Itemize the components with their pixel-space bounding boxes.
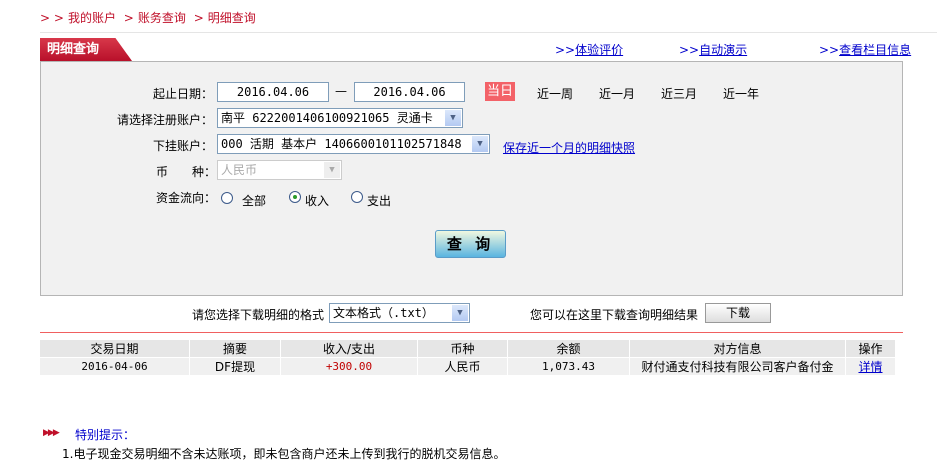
radio-expense[interactable] [351,191,363,203]
cell-counterparty: 财付通支付科技有限公司客户备付金 [629,357,846,375]
triple-arrow-icon: ▶▶▶ [43,428,60,438]
account-value: 南平 6222001406100921065 灵通卡 [221,111,433,125]
quick-month[interactable]: 近一月 [599,85,635,102]
query-button[interactable]: 查 询 [435,230,506,258]
start-date-input[interactable]: 2016.04.06 [217,82,329,102]
account-select[interactable]: 南平 6222001406100921065 灵通卡 ▼ [217,108,463,128]
col-date: 交易日期 [40,340,190,358]
quick-week[interactable]: 近一周 [537,85,573,102]
cell-summary: DF提现 [189,357,281,375]
flow-label: 资金流向： [156,191,217,205]
sub-account-select[interactable]: 000 活期 基本户 1406600101102571848 ▼ [217,134,490,154]
breadcrumb-item[interactable]: 账务查询 [138,11,186,25]
chevron-down-icon: ▼ [324,162,340,178]
quick-three-months[interactable]: 近三月 [661,85,697,102]
cell-amount: +300.00 [280,357,418,375]
date-separator: — [335,84,347,98]
account-label: 请选择注册账户： [116,113,213,127]
end-date-input[interactable]: 2016.04.06 [354,82,465,102]
table-header: 交易日期 摘要 收入/支出 币种 余额 对方信息 操作 [40,340,896,358]
details-link[interactable]: 详情 [845,357,896,375]
breadcrumb-item[interactable]: 明细查询 [208,11,256,25]
radio-income-label[interactable]: 收入 [305,192,329,209]
snapshot-link[interactable]: 保存近一个月的明细快照 [503,139,635,156]
cell-currency: 人民币 [417,357,508,375]
tab-detail-query[interactable]: 明细查询 [40,38,132,61]
radio-expense-label[interactable]: 支出 [367,192,391,209]
cell-balance: 1,073.43 [507,357,630,375]
currency-label: 币 种： [156,165,217,179]
note-item: 1.电子现金交易明细不含未达账项，即未包含商户还未上传到我行的脱机交易信息。 [62,447,506,461]
table-row: 2016-04-06 DF提现 +300.00 人民币 1,073.43 财付通… [40,357,896,375]
cell-date: 2016-04-06 [40,357,190,375]
divider [40,32,937,33]
sub-account-label: 下挂账户： [152,139,213,153]
column-info-link[interactable]: >>查看栏目信息 [819,41,911,58]
chevron-down-icon: ▼ [472,136,488,152]
quick-year[interactable]: 近一年 [723,85,759,102]
radio-all[interactable] [221,192,233,204]
col-counterparty: 对方信息 [629,340,846,358]
divider [40,332,903,333]
radio-income[interactable] [289,191,301,203]
chevron-down-icon: ▼ [445,110,461,126]
breadcrumb-item[interactable]: 我的账户 [68,11,116,25]
col-amount: 收入/支出 [280,340,418,358]
detail-table: 交易日期 摘要 收入/支出 币种 余额 对方信息 操作 2016-04-06 D… [40,340,896,375]
col-currency: 币种 [417,340,508,358]
breadcrumb: > > 我的账户 > 账务查询 > 明细查询 [40,11,256,25]
breadcrumb-arrow-icon: > > [40,11,64,25]
col-summary: 摘要 [189,340,281,358]
sub-account-value: 000 活期 基本户 1406600101102571848 [221,137,462,151]
download-format-label: 请您选择下载明细的格式 [192,308,325,322]
col-action: 操作 [845,340,896,358]
radio-all-label[interactable]: 全部 [242,192,266,209]
download-format-value: 文本格式（.txt） [333,306,434,320]
currency-select[interactable]: 人民币 ▼ [217,160,342,180]
demo-link[interactable]: >>自动演示 [679,41,747,58]
date-label: 起止日期： [152,87,213,101]
chevron-down-icon: ▼ [452,305,468,321]
feedback-link[interactable]: >>体验评价 [555,41,623,58]
notes-title: 特别提示： [75,428,136,442]
col-balance: 余额 [507,340,630,358]
download-format-select[interactable]: 文本格式（.txt） ▼ [329,303,470,323]
download-button[interactable]: 下载 [705,303,771,323]
quick-today[interactable]: 当日 [485,82,515,101]
currency-value: 人民币 [221,163,258,177]
download-hint: 您可以在这里下载查询明细结果 [530,308,699,322]
